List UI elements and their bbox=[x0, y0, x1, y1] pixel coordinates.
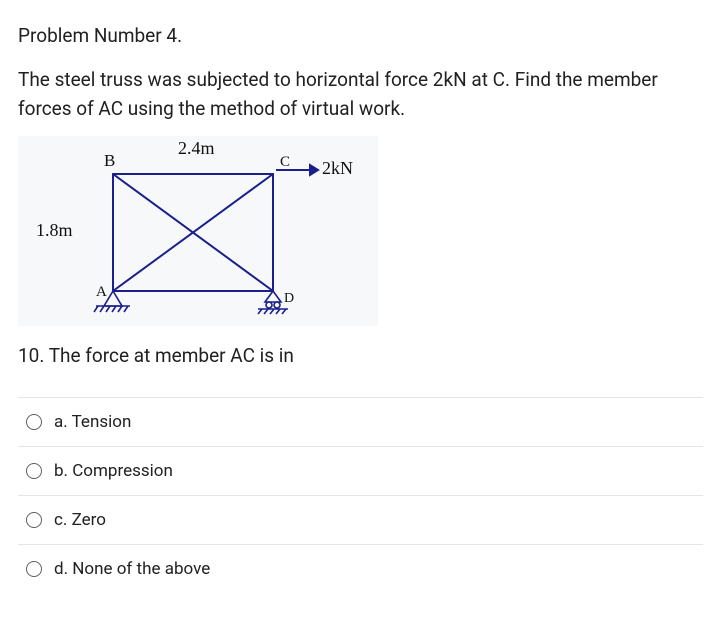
radio-icon bbox=[26, 414, 42, 430]
node-b-label: B bbox=[104, 151, 115, 170]
option-label: d. None of the above bbox=[54, 559, 210, 579]
options-list: a. Tension b. Compression c. Zero d. Non… bbox=[18, 397, 703, 593]
option-label: a. Tension bbox=[54, 412, 131, 432]
option-a[interactable]: a. Tension bbox=[18, 398, 703, 447]
question-text: 10. The force at member AC is in bbox=[18, 344, 703, 367]
radio-icon bbox=[26, 512, 42, 528]
width-label: 2.4m bbox=[178, 138, 215, 158]
truss-figure: B C A D 2.4m 1.8m 2kN bbox=[18, 136, 378, 326]
force-label: 2kN bbox=[322, 158, 353, 178]
height-label: 1.8m bbox=[36, 220, 73, 240]
option-d[interactable]: d. None of the above bbox=[18, 545, 703, 593]
problem-text: The steel truss was subjected to horizon… bbox=[18, 65, 703, 124]
option-b[interactable]: b. Compression bbox=[18, 447, 703, 496]
problem-number: Problem Number 4. bbox=[18, 24, 703, 47]
radio-icon bbox=[26, 561, 42, 577]
node-d-label: D bbox=[284, 291, 294, 306]
node-a-label: A bbox=[96, 284, 107, 300]
option-label: c. Zero bbox=[54, 510, 106, 530]
option-label: b. Compression bbox=[54, 461, 173, 481]
radio-icon bbox=[26, 463, 42, 479]
option-c[interactable]: c. Zero bbox=[18, 496, 703, 545]
node-c-label: C bbox=[280, 154, 290, 170]
page-content: Problem Number 4. The steel truss was su… bbox=[0, 0, 721, 603]
